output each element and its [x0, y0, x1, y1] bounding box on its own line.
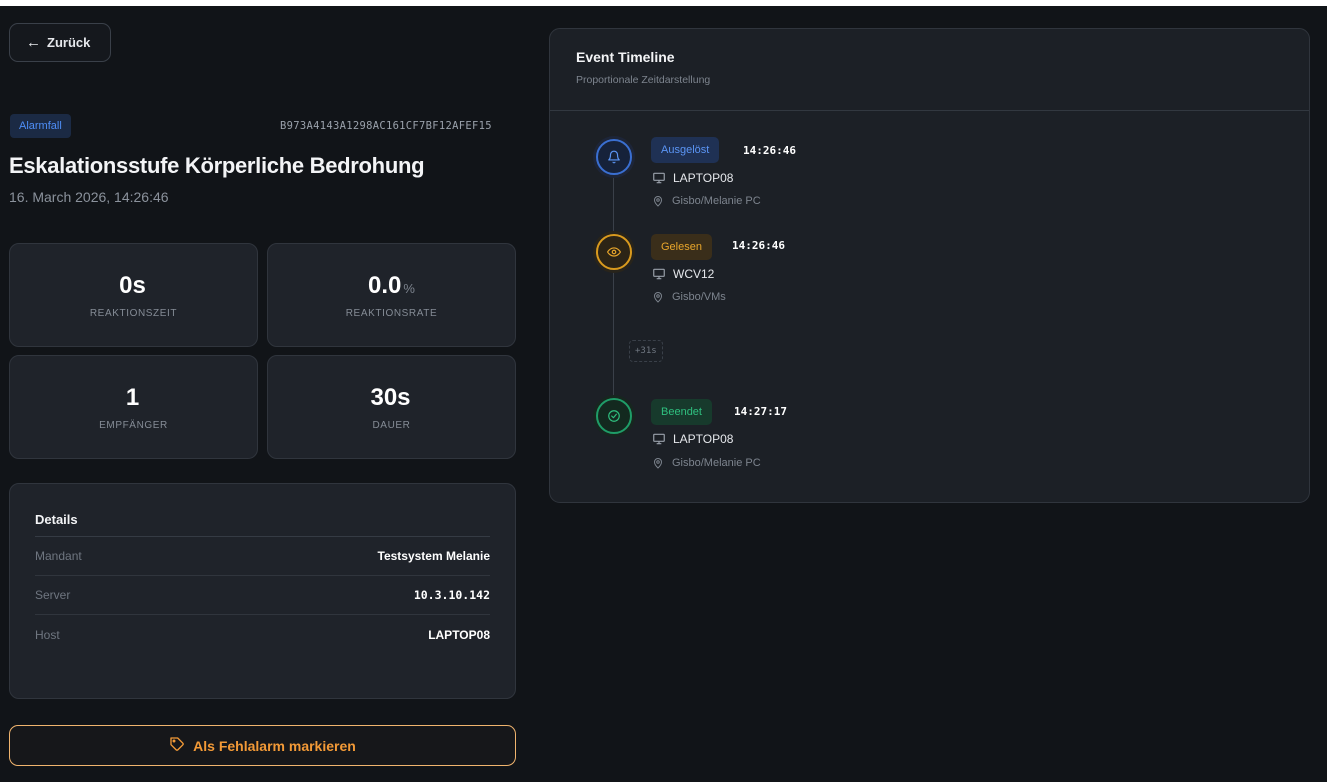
details-card: Details Mandant Testsystem Melanie Serve… — [9, 483, 516, 699]
stat-label: EMPFÄNGER — [99, 419, 168, 431]
arrow-left-icon: ← — [26, 34, 41, 51]
map-pin-icon — [653, 196, 663, 207]
stat-label: DAUER — [372, 419, 411, 431]
detail-row-host: Host LAPTOP08 — [35, 615, 490, 654]
detail-value: 10.3.10.142 — [413, 588, 490, 602]
event-status-badge: Beendet — [651, 399, 712, 425]
details-title: Details — [35, 484, 490, 537]
monitor-icon — [653, 172, 665, 184]
mark-false-alarm-button[interactable]: Als Fehlalarm markieren — [9, 725, 516, 766]
event-location: Gisbo/Melanie PC — [652, 195, 761, 207]
alarm-id: B973A4143A1298AC161CF7BF12AFEF15 — [280, 120, 492, 132]
stat-card-reaction-rate: 0.0% REAKTIONSRATE — [267, 243, 516, 347]
back-button[interactable]: ← Zurück — [9, 23, 111, 62]
alarm-date: 16. March 2026, 14:26:46 — [9, 189, 169, 205]
detail-value: Testsystem Melanie — [377, 549, 491, 563]
monitor-icon — [653, 268, 665, 280]
alarm-type-badge: Alarmfall — [10, 114, 71, 138]
stat-value: 30s — [370, 383, 411, 411]
monitor-icon — [653, 433, 665, 445]
stat-value: 0.0% — [368, 271, 415, 299]
event-time: 14:27:17 — [734, 405, 787, 418]
event-location: Gisbo/VMs — [652, 291, 726, 303]
timeline-header: Event Timeline Proportionale Zeitdarstel… — [550, 29, 1309, 111]
top-edge-bar — [0, 0, 1327, 6]
timeline-subtitle: Proportionale Zeitdarstellung — [576, 74, 711, 86]
stat-label: REAKTIONSZEIT — [89, 307, 178, 319]
detail-row-server: Server 10.3.10.142 — [35, 576, 490, 615]
event-timeline-card: Event Timeline Proportionale Zeitdarstel… — [549, 28, 1310, 503]
bell-icon — [596, 139, 632, 175]
map-pin-icon — [653, 292, 663, 303]
detail-value: LAPTOP08 — [428, 627, 490, 642]
event-time: 14:26:46 — [732, 239, 785, 252]
check-circle-icon — [596, 398, 632, 434]
event-status-badge: Gelesen — [651, 234, 712, 260]
stat-card-reaction-time: 0s REAKTIONSZEIT — [9, 243, 258, 347]
stat-value: 0s — [119, 271, 146, 299]
back-button-label: Zurück — [47, 35, 91, 50]
timeline-title: Event Timeline — [576, 49, 675, 65]
map-pin-icon — [653, 458, 663, 469]
timeline-gap-label: +31s — [629, 340, 663, 362]
event-time: 14:26:46 — [743, 144, 796, 157]
page-title: Eskalationsstufe Körperliche Bedrohung — [9, 153, 425, 178]
stat-card-duration: 30s DAUER — [267, 355, 516, 459]
detail-key: Mandant — [35, 549, 82, 563]
eye-icon — [596, 234, 632, 270]
tag-icon — [169, 736, 185, 755]
event-host: LAPTOP08 — [652, 432, 733, 446]
event-status-badge: Ausgelöst — [651, 137, 720, 163]
event-location: Gisbo/Melanie PC — [652, 457, 761, 469]
mark-false-alarm-label: Als Fehlalarm markieren — [193, 737, 356, 754]
stat-label: REAKTIONSRATE — [345, 307, 438, 319]
detail-row-mandant: Mandant Testsystem Melanie — [35, 537, 490, 576]
stat-card-recipients: 1 EMPFÄNGER — [9, 355, 258, 459]
timeline-line — [613, 159, 614, 412]
stat-value: 1 — [125, 383, 140, 411]
detail-key: Host — [35, 627, 60, 642]
event-host: WCV12 — [652, 267, 714, 281]
event-host: LAPTOP08 — [652, 171, 733, 185]
detail-key: Server — [35, 588, 71, 602]
